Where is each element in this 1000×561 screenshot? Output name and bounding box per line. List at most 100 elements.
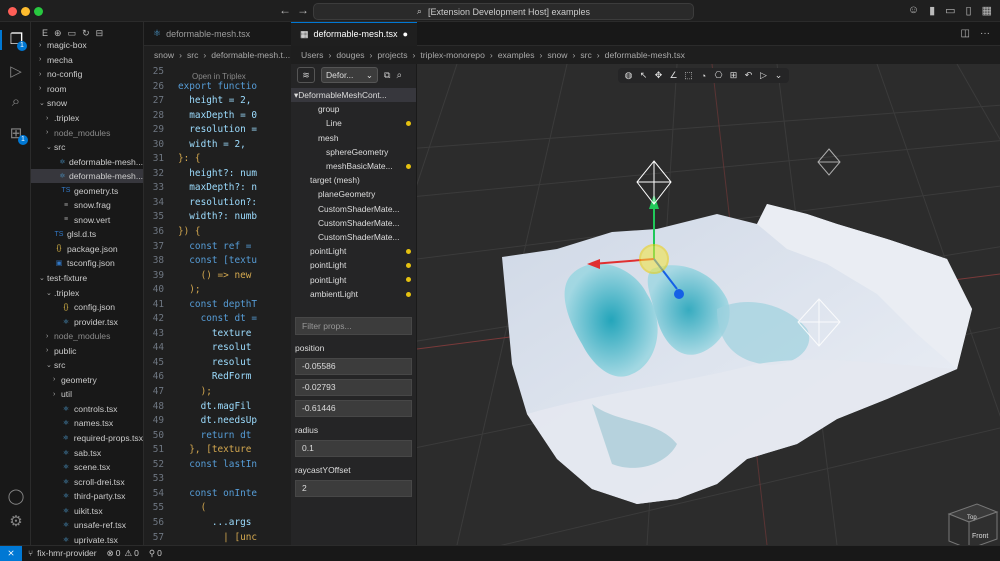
breadcrumb-item[interactable]: deformable-mesh.t... <box>211 50 290 60</box>
tree-file[interactable]: TS glsl.d.ts <box>31 227 143 242</box>
new-file-icon[interactable]: ⊕ <box>54 28 62 39</box>
tree-folder[interactable]: › node_modules <box>31 125 143 140</box>
scene-tree-item[interactable]: ambientLight <box>291 287 416 301</box>
branch-name[interactable]: fix-hmr-provider <box>37 548 97 558</box>
forward-arrow-icon[interactable]: → <box>297 3 309 17</box>
tree-file[interactable]: ⚛ uikit.tsx <box>31 504 143 519</box>
position-z-input[interactable]: -0.61446 <box>295 399 412 417</box>
account-icon[interactable]: ◯ <box>6 487 26 507</box>
command-center[interactable]: ⌕ [Extension Development Host] examples <box>313 3 694 20</box>
layout-icon[interactable]: ⊞ <box>728 70 739 81</box>
breadcrumb-item[interactable]: snow <box>154 50 174 60</box>
tree-file[interactable]: ⚛ provider.tsx <box>31 314 143 329</box>
scene-tree-item[interactable]: pointLight <box>291 258 416 272</box>
open-file-icon[interactable]: ⧉ <box>384 70 390 81</box>
breadcrumb-item[interactable]: src <box>580 50 591 60</box>
tree-folder[interactable]: ⌄ test-fixture <box>31 271 143 286</box>
chevron-down-icon[interactable]: ⌄ <box>773 70 784 81</box>
extensions-icon[interactable]: ⊞ 1 <box>6 124 28 145</box>
tree-folder[interactable]: ⌄ src <box>31 140 143 155</box>
rotate-tool-icon[interactable]: ∠ <box>668 70 679 81</box>
scene-tree-item[interactable]: planeGeometry <box>291 187 416 201</box>
ports-count[interactable]: 0 <box>157 548 162 558</box>
scene-tree-item[interactable]: sphereGeometry <box>291 145 416 159</box>
tree-file[interactable]: ▣ tsconfig.json <box>31 256 143 271</box>
more-actions-icon[interactable]: ··· <box>980 28 990 39</box>
explorer-icon[interactable]: ❐ 1 <box>0 30 31 51</box>
tree-file[interactable]: ⚛ required-props.tsx <box>31 431 143 446</box>
view-cube[interactable]: Top Front <box>947 503 999 545</box>
translate-tool-icon[interactable]: ✥ <box>653 70 664 81</box>
3d-viewport[interactable]: Top Front ◍ ↖ ✥ ∠ ⬚ ◔ ⎔ ⊞ ↶ ▷ ⌄ <box>417 64 1000 545</box>
tree-file[interactable]: ⚛ deformable-mesh... <box>31 168 143 184</box>
position-y-input[interactable]: -0.02793 <box>295 378 412 396</box>
tree-file[interactable]: ⚛ uprivate.tsx <box>31 533 143 545</box>
run-debug-icon[interactable]: ▷ <box>6 62 26 82</box>
scene-tree-item[interactable]: CustomShaderMate... <box>291 216 416 230</box>
tree-folder[interactable]: › util <box>31 387 143 402</box>
settings-gear-icon[interactable]: ⚙ <box>6 512 26 532</box>
tree-file[interactable]: ⚛ scroll-drei.tsx <box>31 474 143 489</box>
tab-deformable-mesh[interactable]: ⚛ deformable-mesh.tsx <box>144 22 259 46</box>
customize-layout-icon[interactable]: ▦ <box>982 4 992 17</box>
codelens-hint[interactable]: Open in Triplex <box>192 72 246 81</box>
layers-icon[interactable]: ≋ <box>297 67 315 83</box>
scene-tree-item[interactable]: group <box>291 102 416 116</box>
tree-file[interactable]: ⚛ third-party.tsx <box>31 489 143 504</box>
undo-icon[interactable]: ↶ <box>743 70 754 81</box>
tree-file[interactable]: ⚛ controls.tsx <box>31 402 143 417</box>
breadcrumb-item[interactable]: triplex-monorepo <box>420 50 484 60</box>
tree-file[interactable]: {} package.json <box>31 242 143 257</box>
tree-file[interactable]: ⚛ deformable-mesh... <box>31 154 143 169</box>
tree-folder[interactable]: › geometry <box>31 373 143 388</box>
scene-tree-item[interactable]: CustomShaderMate... <box>291 230 416 244</box>
gizmo-space-icon[interactable]: ⎔ <box>713 70 724 81</box>
warning-count[interactable]: 0 <box>134 548 139 558</box>
raycast-offset-input[interactable]: 2 <box>295 479 412 497</box>
tree-file[interactable]: {} config.json <box>31 300 143 315</box>
scene-tree-item[interactable]: target (mesh) <box>291 173 416 187</box>
tree-file[interactable]: TS geometry.ts <box>31 183 143 198</box>
scene-tree-item[interactable]: meshBasicMate... <box>291 159 416 173</box>
toggle-panel-icon[interactable]: ▭ <box>945 4 955 17</box>
radius-input[interactable]: 0.1 <box>295 439 412 457</box>
play-icon[interactable]: ▷ <box>758 70 769 81</box>
breadcrumb-item[interactable]: projects <box>377 50 407 60</box>
tree-file[interactable]: ⚛ names.tsx <box>31 416 143 431</box>
select-tool-icon[interactable]: ↖ <box>638 70 649 81</box>
new-folder-icon[interactable]: ▭ <box>68 28 77 39</box>
tree-folder[interactable]: › no-config <box>31 67 143 82</box>
tree-folder[interactable]: › public <box>31 343 143 358</box>
breadcrumb-item[interactable]: douges <box>336 50 364 60</box>
copilot-icon[interactable]: ☺ <box>908 4 919 17</box>
tree-folder[interactable]: › room <box>31 82 143 97</box>
tree-file[interactable]: ⚛ sab.tsx <box>31 445 143 460</box>
unsaved-dot-icon[interactable]: ● <box>403 29 408 39</box>
tree-folder[interactable]: ⌄ snow <box>31 96 143 111</box>
remote-icon[interactable]: ⨯ <box>0 545 22 561</box>
split-editor-icon[interactable]: ◫ <box>961 28 970 39</box>
tree-file[interactable]: ⚛ scene.tsx <box>31 460 143 475</box>
toggle-secondary-sidebar-icon[interactable]: ▯ <box>966 4 972 17</box>
scene-tree-item[interactable]: mesh <box>291 131 416 145</box>
code-area[interactable]: 25 26 export functio 27 height = 2, 28 maxDe… <box>144 64 291 545</box>
tab-triplex-deformable-mesh[interactable]: ▦ deformable-mesh.tsx ● <box>291 21 417 46</box>
tree-folder[interactable]: › .triplex <box>31 111 143 126</box>
scale-tool-icon[interactable]: ⬚ <box>683 70 694 81</box>
position-x-input[interactable]: -0.05586 <box>295 357 412 375</box>
breadcrumb-item[interactable]: examples <box>498 50 535 60</box>
scene-tree-item[interactable]: ▾ DeformableMeshCont... <box>291 88 416 103</box>
breadcrumb-item[interactable]: snow <box>547 50 567 60</box>
tree-folder[interactable]: ⌄ src <box>31 358 143 373</box>
tree-folder[interactable]: › node_modules <box>31 329 143 344</box>
breadcrumb-item[interactable]: src <box>187 50 198 60</box>
tree-file[interactable]: ≡ snow.vert <box>31 213 143 228</box>
error-count[interactable]: 0 <box>116 548 121 558</box>
scene-tree-item[interactable]: CustomShaderMate... <box>291 202 416 216</box>
back-arrow-icon[interactable]: ← <box>279 3 291 17</box>
zoom-window-button[interactable] <box>34 7 43 16</box>
breadcrumb-item[interactable]: Users <box>301 50 323 60</box>
tree-file[interactable]: ⚛ unsafe-ref.tsx <box>31 518 143 533</box>
collapse-all-icon[interactable]: ⊟ <box>96 28 104 39</box>
filter-props-input[interactable]: Filter props... <box>295 316 412 335</box>
